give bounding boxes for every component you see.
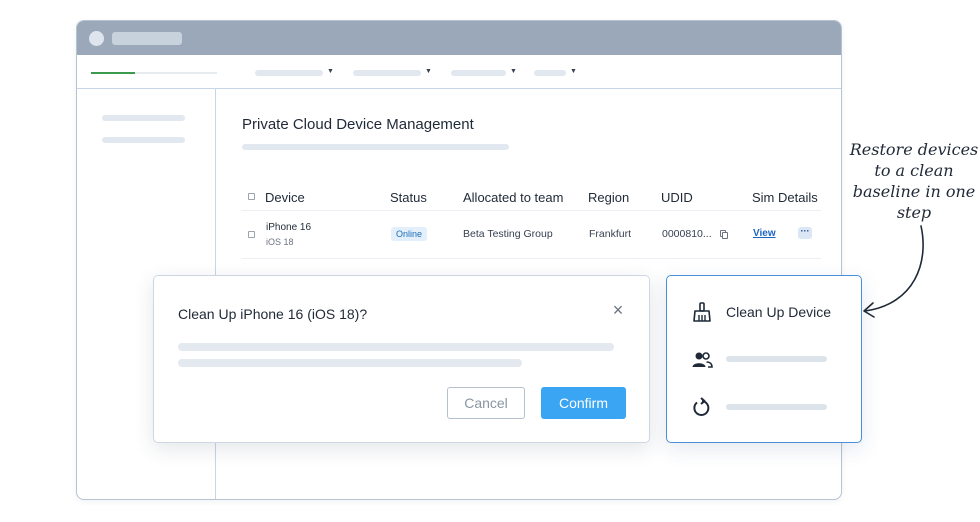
window-dot[interactable]: [89, 31, 104, 46]
panel-item-placeholder[interactable]: [726, 404, 827, 410]
device-os: iOS 18: [266, 237, 294, 247]
status-badge: Online: [391, 227, 428, 241]
column-sim-details[interactable]: Sim Details: [752, 190, 818, 205]
table-row[interactable]: iPhone 16 iOS 18 Online Beta Testing Gro…: [241, 211, 821, 259]
column-team[interactable]: Allocated to team: [463, 190, 563, 205]
page-title: Private Cloud Device Management: [242, 116, 474, 133]
panel-item-placeholder[interactable]: [726, 356, 827, 362]
title-bar: [77, 21, 841, 55]
dialog-text-placeholder: [178, 359, 522, 367]
column-status[interactable]: Status: [390, 190, 427, 205]
row-checkbox[interactable]: [248, 231, 255, 238]
view-link[interactable]: View: [753, 228, 776, 239]
dialog-title: Clean Up iPhone 16 (iOS 18)?: [178, 306, 368, 322]
top-nav: ▼ ▼ ▼ ▼: [77, 55, 841, 89]
device-actions-panel: Clean Up Device: [666, 275, 862, 443]
chevron-down-icon: ▼: [425, 68, 432, 75]
region-cell: Frankfurt: [589, 228, 632, 240]
chevron-down-icon: ▼: [510, 68, 517, 75]
udid-cell: 0000810...: [662, 228, 712, 240]
device-name: iPhone 16: [266, 222, 312, 233]
page-subtitle-placeholder: [242, 144, 509, 150]
clean-up-dialog: Clean Up iPhone 16 (iOS 18)? × Cancel Co…: [153, 275, 650, 443]
nav-progress-bar: [91, 72, 217, 74]
column-region[interactable]: Region: [588, 190, 629, 205]
users-icon: [692, 352, 713, 368]
select-all-checkbox[interactable]: [248, 193, 255, 200]
window-title-placeholder: [112, 32, 182, 45]
table-header: Device Status Allocated to team Region U…: [241, 182, 821, 211]
annotation-arrow-icon: [863, 225, 924, 318]
cancel-button[interactable]: Cancel: [447, 387, 525, 419]
clean-up-device-label[interactable]: Clean Up Device: [726, 304, 831, 320]
team-cell: Beta Testing Group: [463, 228, 553, 240]
copy-icon[interactable]: [720, 230, 728, 239]
annotation-text: Restore devices to a clean baseline in o…: [849, 140, 979, 222]
more-options-button[interactable]: ···: [798, 227, 812, 239]
dialog-text-placeholder: [178, 343, 614, 351]
confirm-button[interactable]: Confirm: [541, 387, 626, 419]
column-device[interactable]: Device: [265, 190, 305, 205]
column-udid[interactable]: UDID: [661, 190, 693, 205]
chevron-down-icon: ▼: [570, 68, 577, 75]
sidebar-item[interactable]: [102, 115, 185, 121]
chevron-down-icon: ▼: [327, 68, 334, 75]
stage: ▼ ▼ ▼ ▼ Private Cloud Device Management …: [0, 0, 980, 522]
sidebar-item[interactable]: [102, 137, 185, 143]
nav-progress-fill: [91, 72, 136, 74]
broom-icon: [693, 302, 711, 322]
close-icon[interactable]: ×: [610, 301, 626, 319]
restore-icon: [693, 397, 710, 416]
